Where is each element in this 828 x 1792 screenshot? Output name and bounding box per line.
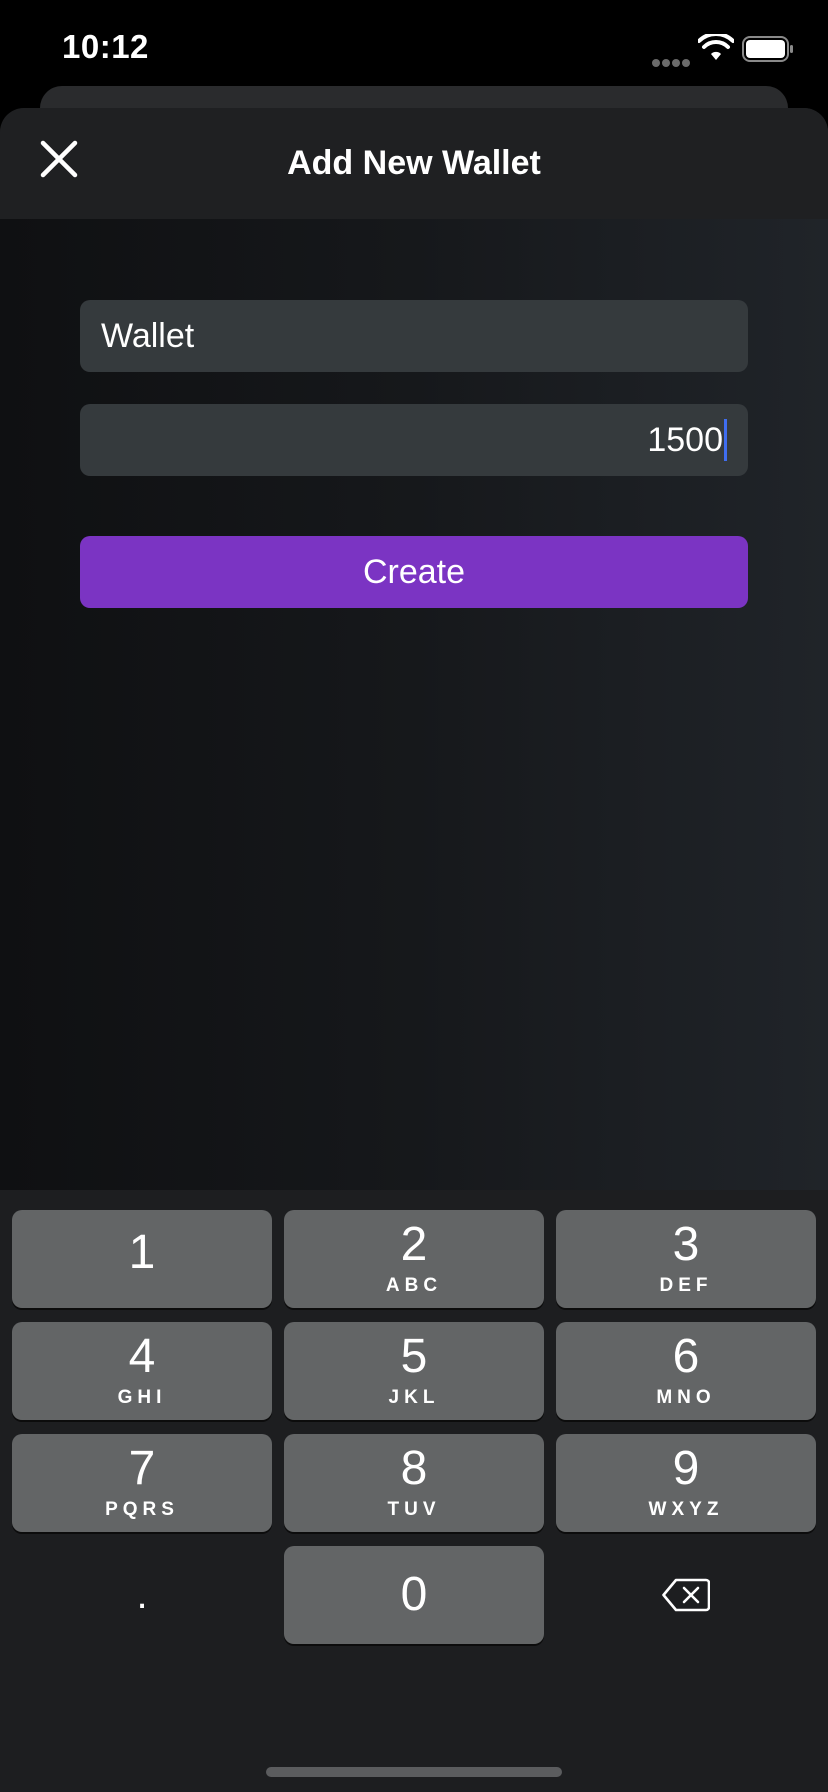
key-letters: PQRS: [105, 1499, 179, 1520]
key-digit: 3: [672, 1218, 700, 1271]
key-letters: DEF: [659, 1275, 713, 1296]
nav-bar: Add New Wallet: [0, 108, 828, 219]
wifi-icon: [698, 34, 734, 60]
battery-icon: [742, 36, 793, 62]
key-2[interactable]: 2 ABC: [284, 1210, 544, 1308]
key-digit: 6: [672, 1330, 700, 1383]
create-button-label: Create: [362, 552, 466, 591]
key-4[interactable]: 4 GHI: [12, 1322, 272, 1420]
home-indicator: [266, 1767, 562, 1777]
key-digit: 7: [128, 1442, 156, 1495]
key-digit: 4: [128, 1330, 156, 1383]
key-letters: ABC: [385, 1275, 443, 1296]
key-digit: 9: [672, 1442, 700, 1495]
wallet-name-field[interactable]: Wallet: [80, 300, 748, 372]
create-button[interactable]: Create: [80, 536, 748, 608]
screen: 10:12 Add New Wallet Wallet 1500 Create …: [0, 0, 828, 1792]
backspace-icon: [662, 1578, 710, 1612]
key-letters: GHI: [117, 1387, 167, 1408]
wallet-name-value: Wallet: [101, 316, 195, 355]
wallet-amount-value: 1500: [647, 420, 723, 459]
key-delete[interactable]: [556, 1546, 816, 1644]
key-digit: 8: [400, 1442, 428, 1495]
add-wallet-sheet: Add New Wallet Wallet 1500 Create 1 2 AB…: [0, 108, 828, 1792]
key-0[interactable]: 0: [284, 1546, 544, 1644]
key-7[interactable]: 7 PQRS: [12, 1434, 272, 1532]
page-title: Add New Wallet: [287, 144, 541, 182]
key-digit: 2: [400, 1218, 428, 1271]
key-digit: 5: [400, 1330, 428, 1383]
key-digit: 1: [128, 1226, 156, 1279]
numeric-keypad: 1 2 ABC 3 DEF 4 GHI 5 JKL 6 MNO 7 PQRS 8…: [0, 1190, 828, 1792]
status-bar: 10:12: [0, 0, 828, 100]
wallet-amount-field[interactable]: 1500: [80, 404, 748, 476]
key-letters: TUV: [387, 1499, 441, 1520]
key-digit: 0: [400, 1568, 428, 1621]
key-decimal-label: .: [136, 1572, 148, 1617]
key-letters: JKL: [388, 1387, 440, 1408]
signal-icon: [652, 54, 692, 67]
key-3[interactable]: 3 DEF: [556, 1210, 816, 1308]
status-time: 10:12: [62, 28, 149, 65]
key-decimal[interactable]: .: [12, 1546, 272, 1644]
key-letters: MNO: [656, 1387, 716, 1408]
key-6[interactable]: 6 MNO: [556, 1322, 816, 1420]
key-1[interactable]: 1: [12, 1210, 272, 1308]
key-5[interactable]: 5 JKL: [284, 1322, 544, 1420]
text-caret: [724, 419, 727, 461]
key-8[interactable]: 8 TUV: [284, 1434, 544, 1532]
key-9[interactable]: 9 WXYZ: [556, 1434, 816, 1532]
key-letters: WXYZ: [648, 1499, 724, 1520]
